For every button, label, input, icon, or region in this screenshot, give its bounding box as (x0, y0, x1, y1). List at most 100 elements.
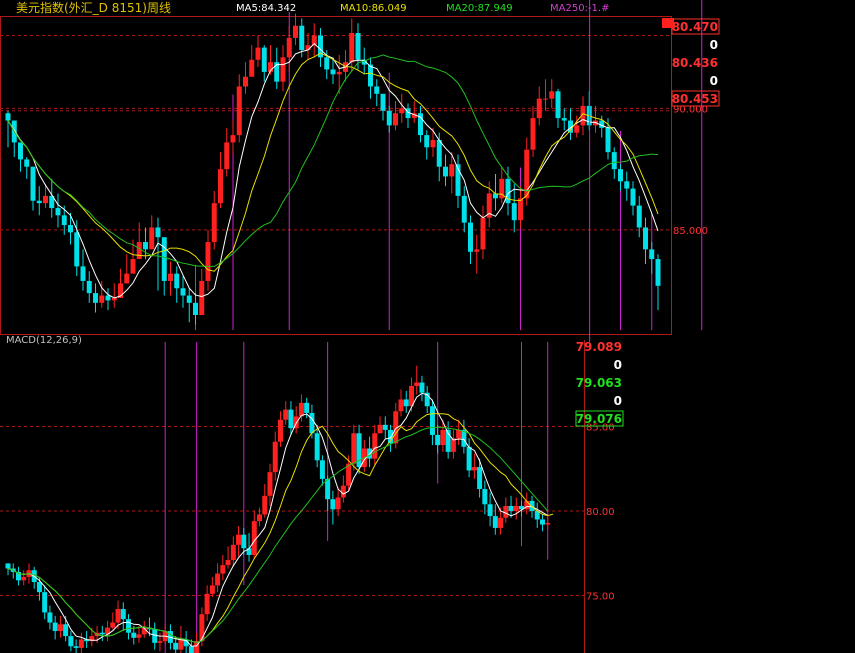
lower-candle-body (398, 399, 404, 412)
lower-candle-body (487, 504, 493, 517)
lower-candle-body (539, 519, 545, 525)
upper-candle-body (461, 195, 467, 223)
lower-candle-body (110, 622, 116, 628)
upper-candle-body (555, 91, 561, 119)
lower-candle-body (498, 517, 504, 528)
upper-candle-body (36, 200, 42, 204)
lower-candle-body (178, 639, 184, 650)
kline-chart-svg: 85.00090.00080.470080.436080.45375.0080.… (0, 0, 720, 653)
lower-candle-body (477, 467, 483, 490)
chart-stage: 85.000 90.000 80.470 0 80.436 0 80.453 75.00 80.… (0, 0, 855, 653)
lower-candle-body (5, 563, 11, 569)
upper-candle-body (61, 215, 67, 226)
upper-ma10-line (7, 52, 659, 272)
upper-value-label: 0 (710, 74, 718, 88)
ma20-legend: MA20:87.949 (446, 3, 513, 14)
lower-value-label: 0 (614, 358, 622, 372)
lower-candle-body (377, 424, 383, 434)
upper-value-label: 80.453 (672, 92, 718, 106)
lower-candle-body (351, 433, 357, 464)
lower-candle-body (157, 641, 163, 643)
upper-candle-body (299, 25, 305, 51)
upper-candle-body (130, 259, 136, 274)
lower-candle-body (372, 433, 378, 459)
lower-y-tick-label: 80.00 (586, 507, 615, 518)
upper-candle-body (574, 125, 580, 133)
upper-candle-body (443, 166, 448, 177)
upper-candle-body (480, 217, 486, 250)
upper-candle-body (643, 227, 648, 250)
lower-candle-body (419, 382, 425, 393)
upper-candle-body (99, 295, 105, 303)
lower-candle-body (188, 646, 194, 653)
upper-candle-body (543, 98, 548, 100)
upper-candle-body (293, 25, 298, 38)
lower-candle-body (482, 489, 488, 505)
lower-value-label: 0 (614, 394, 622, 408)
upper-candle-body (180, 288, 186, 296)
upper-candle-body (468, 222, 473, 252)
ma5-legend: MA5:84.342 (236, 3, 297, 14)
lower-candle-body (173, 642, 179, 650)
lower-y-tick-label: 75.00 (586, 592, 615, 603)
lower-candle-body (78, 639, 84, 648)
lower-candle-body (330, 499, 336, 510)
lower-candle-body (272, 441, 278, 473)
upper-candle-body (168, 273, 173, 281)
upper-value-label: 80.470 (672, 20, 718, 34)
lower-candle-body (21, 576, 27, 581)
upper-candle-body (380, 93, 386, 111)
upper-candle-body (336, 71, 342, 75)
lower-candle-body (466, 446, 472, 471)
lower-candle-body (262, 495, 268, 515)
lower-candle-body (230, 544, 236, 561)
upper-value-label: 0 (710, 38, 718, 52)
upper-candle-body (249, 59, 255, 77)
lower-candle-body (115, 609, 121, 623)
lower-candle-body (257, 514, 263, 522)
lower-candle-body (508, 505, 514, 512)
lower-candle-body (298, 402, 304, 417)
upper-candle-body (205, 242, 211, 281)
upper-candle-body (611, 152, 617, 170)
upper-candle-body (211, 203, 217, 243)
lower-candle-body (456, 429, 462, 439)
lower-candle-body (309, 412, 315, 434)
lower-candle-body (47, 612, 53, 623)
upper-candle-body (80, 266, 86, 281)
upper-candle-body (393, 113, 398, 126)
upper-candle-body (55, 208, 61, 216)
upper-candle-body (655, 259, 661, 286)
upper-candle-body (230, 135, 236, 143)
lower-candle-body (241, 534, 247, 549)
upper-candle-body (255, 47, 261, 60)
lower-candle-body (304, 402, 310, 413)
lower-value-label: 79.076 (576, 412, 622, 426)
lower-candle-body (126, 619, 132, 633)
upper-candle-body (436, 139, 442, 167)
lower-candle-body (225, 560, 231, 566)
upper-candle-body (280, 57, 286, 82)
upper-value-label: 80.436 (672, 56, 718, 70)
lower-candle-body (545, 522, 551, 525)
upper-candle-body (86, 280, 92, 294)
lower-candle-body (199, 614, 205, 642)
upper-candle-body (368, 64, 373, 87)
upper-candle-body (155, 227, 161, 238)
lower-value-label: 79.089 (576, 340, 622, 354)
upper-candle-body (430, 139, 436, 148)
upper-candle-body (43, 195, 48, 204)
lower-candle-body (99, 632, 105, 635)
lower-candle-body (340, 485, 346, 498)
upper-candle-body (530, 118, 536, 150)
lower-candle-body (382, 424, 388, 430)
scale-marker[interactable] (662, 18, 674, 28)
upper-candle-body (399, 108, 405, 114)
lower-candle-body (429, 406, 435, 435)
lower-candle-body (236, 534, 242, 545)
lower-candle-body (283, 409, 289, 420)
upper-candle-body (605, 127, 611, 153)
upper-candle-body (649, 249, 655, 260)
upper-candle-body (143, 242, 148, 250)
lower-candle-body (152, 629, 158, 643)
